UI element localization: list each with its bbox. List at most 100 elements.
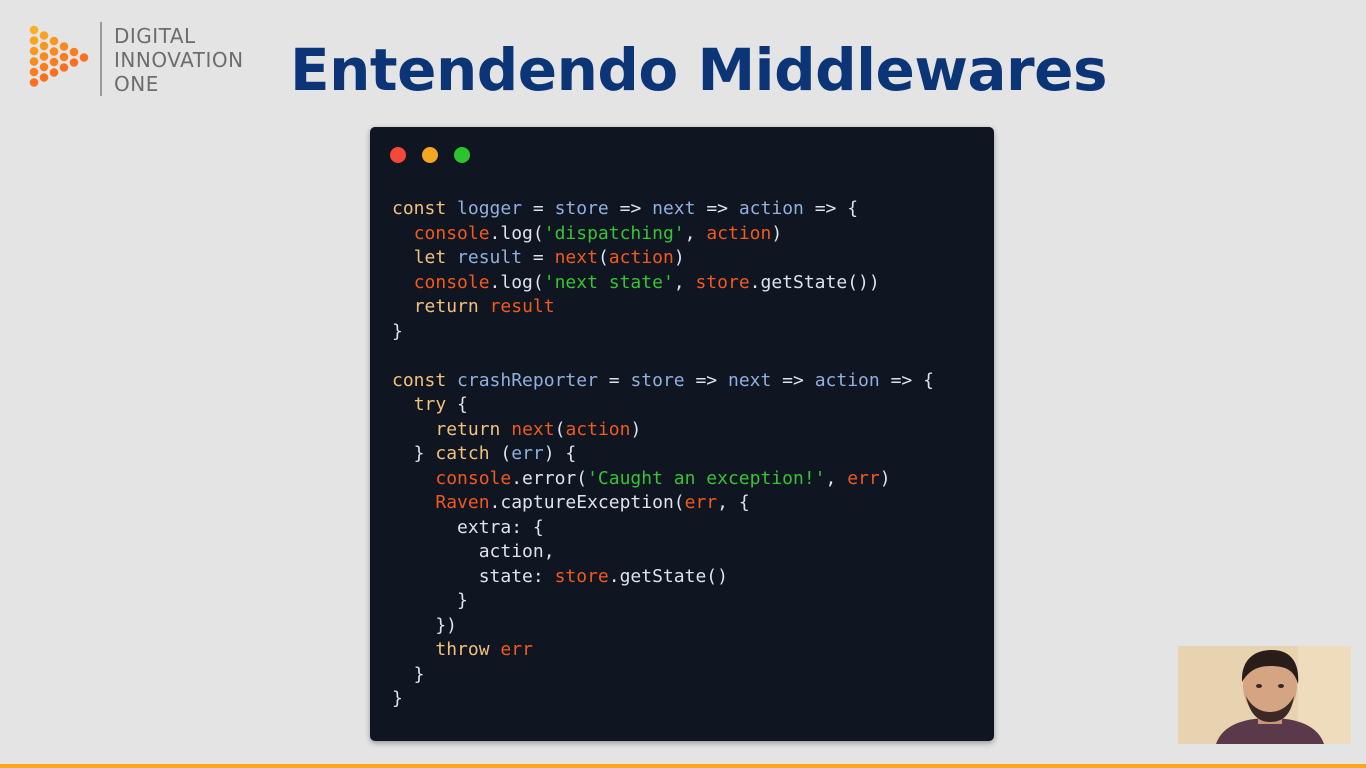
code-token: .error( <box>511 467 588 489</box>
code-token: store <box>695 271 750 293</box>
code-token: result <box>489 296 555 317</box>
code-token: => { <box>879 369 934 391</box>
code-token: err <box>500 639 533 660</box>
code-token: ) <box>879 467 891 489</box>
code-token: Raven <box>435 492 490 513</box>
code-token: next <box>652 198 696 219</box>
code-token: logger <box>457 198 523 219</box>
code-line: } <box>392 663 934 688</box>
code-token: => <box>771 369 815 391</box>
code-token: store <box>554 565 609 587</box>
presenter-webcam <box>1178 646 1351 744</box>
code-token: const <box>392 198 447 219</box>
code-line: throw err <box>392 638 934 663</box>
code-token: action <box>608 247 674 268</box>
code-token: console <box>413 222 490 244</box>
code-line: action, <box>392 540 934 565</box>
code-token: store <box>554 198 609 219</box>
code-line: return next(action) <box>392 418 934 443</box>
code-token: .getState() <box>608 565 728 587</box>
code-line: state: store.getState() <box>392 565 934 590</box>
code-token: .getState()) <box>749 271 880 293</box>
code-token: }) <box>392 614 458 636</box>
code-token: } <box>392 688 403 709</box>
code-line: console.log('dispatching', action) <box>392 222 934 247</box>
code-token: console <box>435 467 512 489</box>
code-token: const <box>392 369 447 391</box>
logo-line-3: ONE <box>114 72 159 96</box>
code-token: next <box>554 247 598 268</box>
logo-line-1: DIGITAL <box>114 24 196 48</box>
code-token: result <box>457 247 523 268</box>
code-token: ) <box>673 247 685 268</box>
code-line: }) <box>392 614 934 639</box>
code-token: return <box>413 296 479 317</box>
code-line: return result <box>392 295 934 320</box>
code-token: action <box>738 198 804 219</box>
code-token: err <box>511 443 544 464</box>
code-token: console <box>413 271 490 293</box>
logo-divider <box>100 22 102 96</box>
code-token: action <box>706 222 772 244</box>
code-line: Raven.captureException(err, { <box>392 491 934 516</box>
code-line: console.error('Caught an exception!', er… <box>392 467 934 492</box>
code-line: extra: { <box>392 516 934 541</box>
code-line: let result = next(action) <box>392 246 934 271</box>
code-line: } <box>392 687 934 712</box>
code-token: 'Caught an exception!' <box>587 467 826 489</box>
code-token: try <box>413 394 447 415</box>
code-token: => <box>608 198 653 219</box>
code-token: , <box>673 271 696 293</box>
window-controls <box>390 147 481 163</box>
code-token: action <box>565 418 631 440</box>
code-token: crashReporter <box>457 369 598 391</box>
code-token: { <box>446 394 468 415</box>
presenter-figure <box>1178 646 1351 744</box>
code-token: } <box>392 320 403 342</box>
close-dot-icon <box>390 147 406 163</box>
code-token: = <box>597 369 631 391</box>
code-token: = <box>522 247 555 268</box>
code-token: ) <box>771 222 783 244</box>
code-line: } <box>392 320 934 345</box>
bottom-accent-bar <box>0 764 1366 768</box>
code-token: , <box>825 467 848 489</box>
code-token: next <box>727 369 772 391</box>
code-token: action, <box>392 541 555 562</box>
code-line: } catch (err) { <box>392 442 934 467</box>
code-token: return <box>435 418 501 440</box>
code-token: catch <box>435 443 490 464</box>
code-token: .log( <box>489 222 544 244</box>
slide: DIGITAL INNOVATION ONE Entendendo Middle… <box>0 0 1366 768</box>
code-token: } <box>392 590 468 611</box>
minimize-dot-icon <box>422 147 439 163</box>
code-line: } <box>392 589 934 614</box>
code-token: extra: { <box>392 516 544 538</box>
code-token: store <box>630 369 685 391</box>
code-token: = <box>522 198 555 219</box>
code-token: => <box>695 198 739 219</box>
code-token: ) <box>630 418 642 440</box>
code-token: ( <box>554 418 566 440</box>
code-line: try { <box>392 393 934 418</box>
code-token: } <box>392 663 425 685</box>
code-line: const logger = store => next => action =… <box>392 197 934 222</box>
code-line: console.log('next state', store.getState… <box>392 271 934 296</box>
code-token: , <box>684 222 707 244</box>
code-token: next <box>511 418 555 440</box>
